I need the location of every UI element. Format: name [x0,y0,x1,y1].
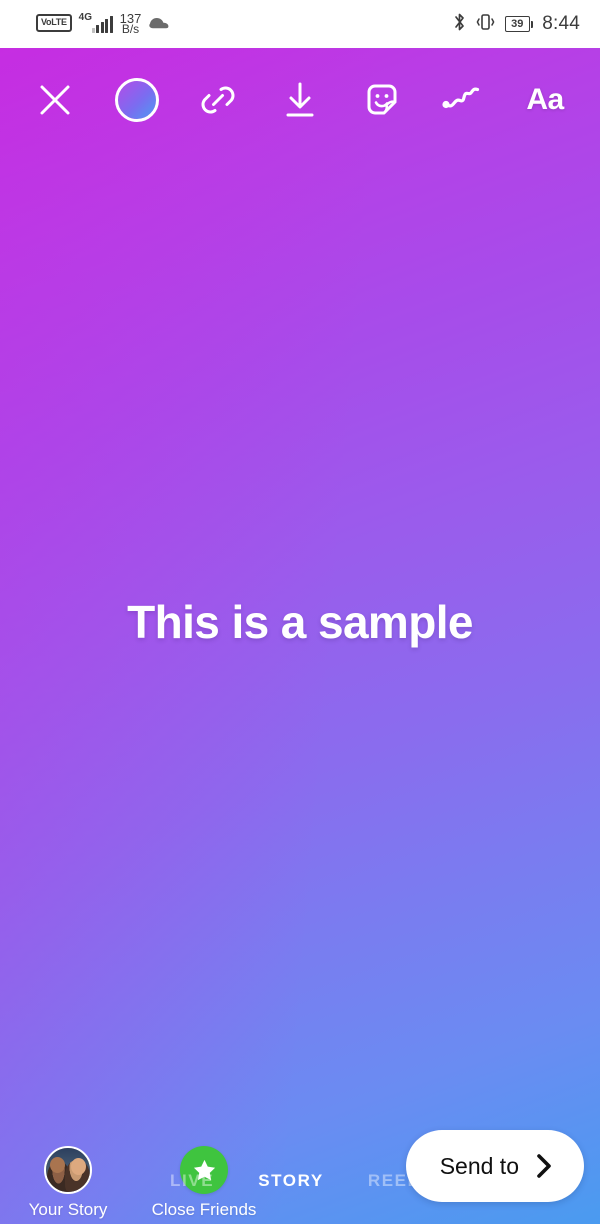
mode-live[interactable]: LIVE [170,1171,214,1191]
avatar [44,1146,92,1194]
battery-icon: 39 [504,16,534,32]
network-speed-unit: B/s [121,22,140,36]
save-button[interactable] [271,71,329,129]
text-tool-label: Aa [526,83,564,116]
network-speed-indicator: 137 B/s [120,12,142,36]
bluetooth-icon [453,12,466,37]
signal-bars-icon [91,15,113,33]
story-toolbar: Aa [0,48,600,152]
chevron-right-icon [535,1153,554,1179]
draw-icon [440,80,486,120]
status-bar-right: 39 8:44 [453,12,586,37]
story-editor-screen: VoLTE 4G 137 B/s 39 8:44 Aa This is a sa… [0,0,600,1224]
your-story-label: Your Story [28,1200,108,1219]
send-to-label: Send to [439,1152,519,1179]
close-icon [37,82,73,118]
status-bar: VoLTE 4G 137 B/s 39 8:44 [0,0,600,48]
signal-icon: 4G [78,11,113,33]
sticker-icon [360,78,404,122]
link-button[interactable] [189,71,247,129]
effects-button[interactable] [108,71,166,129]
story-text-overlay: This is a sample [0,48,600,1224]
story-bottom-bar: LIVE STORY REELS Your Story Close Friend… [0,1112,600,1224]
link-icon [197,79,239,121]
story-canvas[interactable]: Aa This is a sample LIVE STORY REELS You… [0,48,600,1224]
close-button[interactable] [26,71,84,129]
battery-level-label: 39 [504,16,530,32]
text-button[interactable]: Aa [516,71,574,129]
story-text-content[interactable]: This is a sample [127,595,473,649]
network-generation-label: 4G [78,11,93,23]
volte-badge: VoLTE [36,14,72,32]
your-story-button[interactable]: Your Story [0,1146,136,1218]
clock-label: 8:44 [542,13,580,34]
vibrate-icon [475,12,496,37]
draw-button[interactable] [434,71,492,129]
status-bar-left: VoLTE 4G 137 B/s [14,11,170,36]
mode-story[interactable]: STORY [258,1171,324,1191]
sticker-button[interactable] [353,71,411,129]
close-friends-label: Close Friends [151,1200,257,1219]
send-to-button[interactable]: Send to [405,1130,584,1202]
camera-mode-selector: LIVE STORY REELS [170,1171,433,1191]
effects-circle-icon [113,76,161,124]
cloud-icon [148,15,170,34]
download-icon [280,79,320,121]
